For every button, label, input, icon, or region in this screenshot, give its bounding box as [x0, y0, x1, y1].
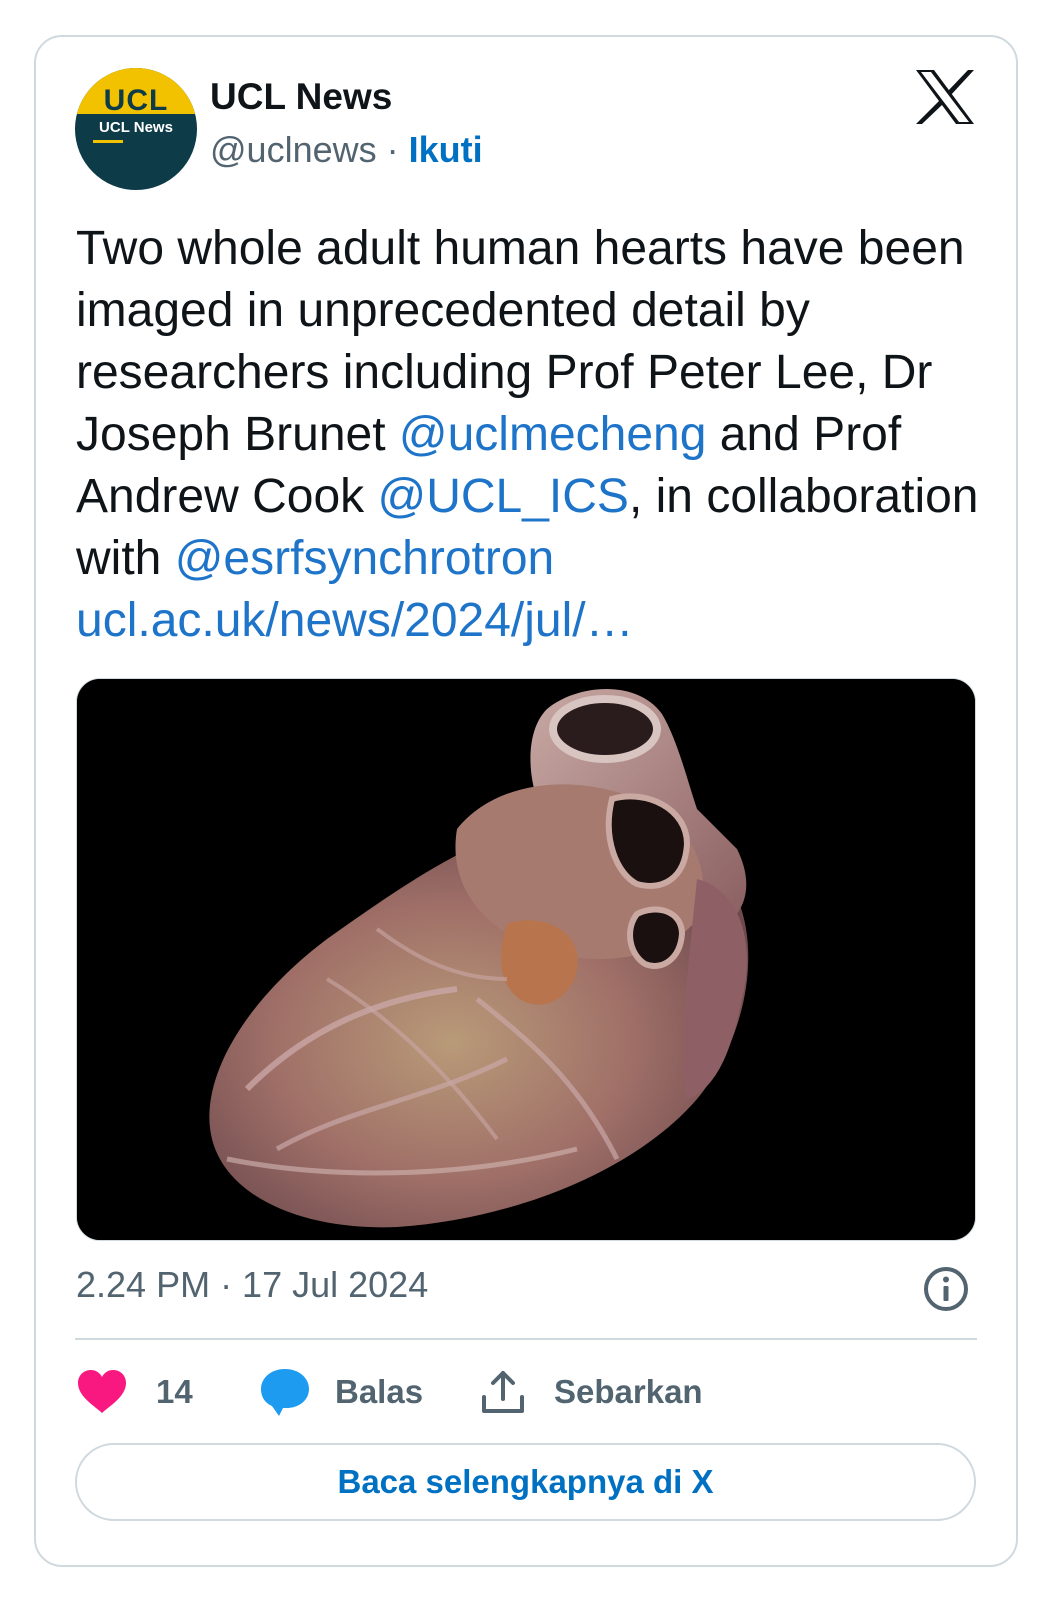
- author-handle[interactable]: @uclnews: [210, 129, 377, 170]
- divider: [75, 1338, 977, 1340]
- avatar-subtitle: UCL News: [99, 119, 173, 136]
- tweet-text: Two whole adult human hearts have been i…: [76, 218, 996, 652]
- avatar-logo: UCL: [103, 84, 169, 117]
- share-icon: [482, 1371, 524, 1413]
- tweet-link[interactable]: @uclmecheng: [399, 408, 707, 461]
- tweet-timestamp[interactable]: 2.24 PM · 17 Jul 2024: [76, 1264, 428, 1306]
- follow-button[interactable]: Ikuti: [409, 129, 483, 170]
- share-button[interactable]: Sebarkan: [480, 1362, 703, 1422]
- separator: ·: [386, 129, 399, 170]
- like-count: 14: [156, 1373, 193, 1410]
- human-heart-photo: [77, 679, 975, 1240]
- like-button[interactable]: 14: [76, 1362, 193, 1422]
- reply-label: Balas: [335, 1373, 424, 1410]
- avatar[interactable]: UCL UCL News: [75, 68, 197, 190]
- tweet-media[interactable]: [76, 678, 976, 1241]
- reply-button[interactable]: Balas: [259, 1362, 423, 1422]
- share-label: Sebarkan: [554, 1373, 703, 1410]
- avatar-underline: [93, 140, 123, 143]
- heart-icon: [78, 1370, 126, 1413]
- x-logo-icon[interactable]: [914, 68, 976, 126]
- info-icon[interactable]: [922, 1265, 970, 1313]
- author-name[interactable]: UCL News: [210, 76, 392, 118]
- tweet-link[interactable]: @UCL_ICS: [377, 470, 628, 523]
- action-bar: 14 Balas Sebarkan: [76, 1362, 976, 1422]
- author-handle-row: @uclnews · Ikuti: [210, 129, 483, 171]
- read-more-button[interactable]: Baca selengkapnya di X: [75, 1443, 976, 1521]
- speech-bubble-icon: [261, 1369, 309, 1416]
- tweet-link[interactable]: @esrfsynchrotron: [175, 532, 555, 585]
- tweet-link[interactable]: ucl.ac.uk/news/2024/jul/…: [76, 594, 634, 647]
